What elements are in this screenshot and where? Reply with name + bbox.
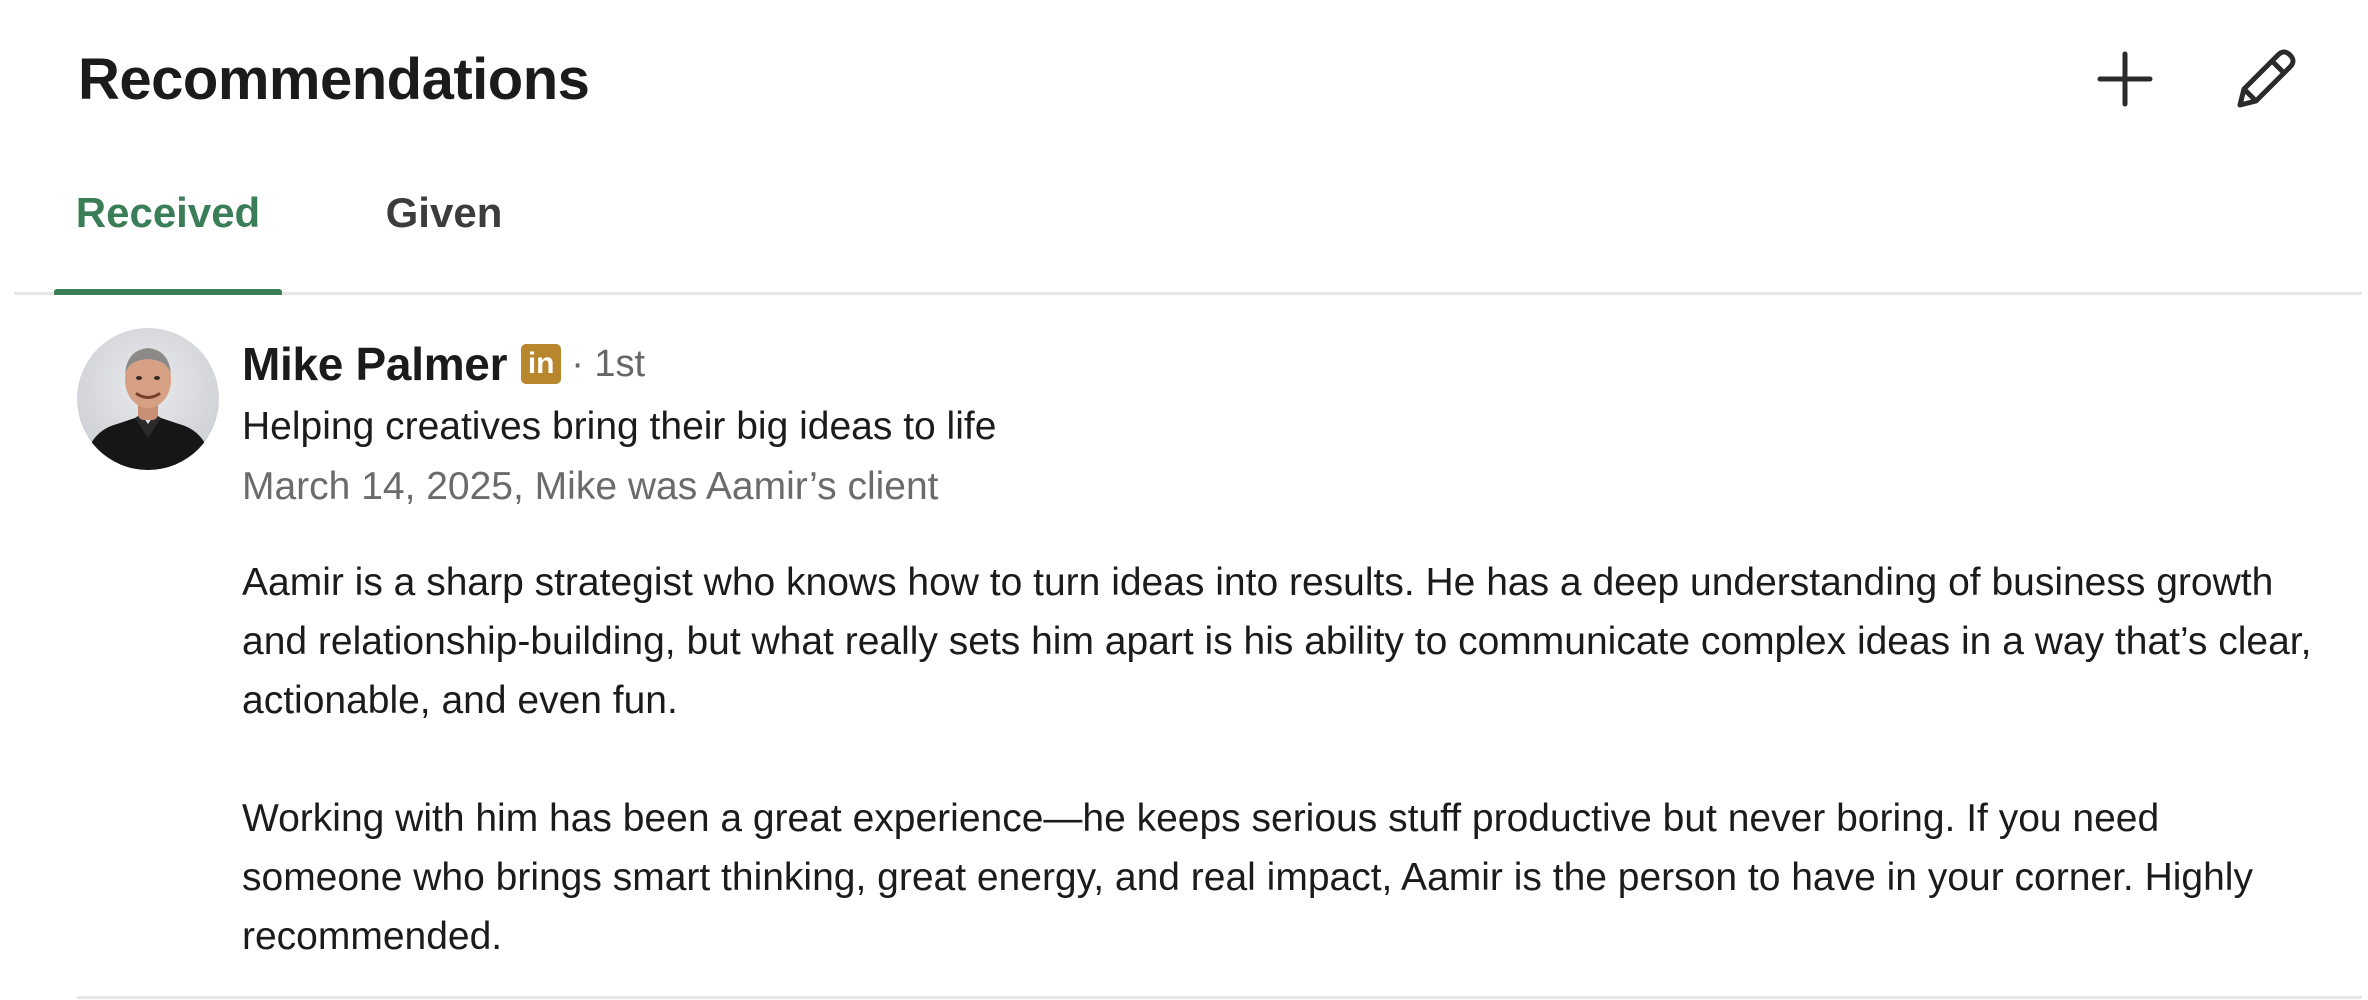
recommendation-paragraph: Working with him has been a great experi… [242, 797, 2253, 958]
recommender-name[interactable]: Mike Palmer [242, 337, 507, 391]
recommendation-meta: March 14, 2025, Mike was Aamir’s client [242, 465, 939, 508]
recommendations-card: Recommendations Received Given Mike Palm… [0, 0, 2368, 1000]
add-recommendation-button[interactable] [2083, 37, 2167, 121]
tab-given[interactable]: Given [354, 160, 534, 292]
plus-icon [2097, 51, 2153, 107]
recommendation-tabs: Received Given [14, 160, 2362, 295]
section-title: Recommendations [78, 47, 590, 112]
recommendation-paragraph: Aamir is a sharp strategist who knows ho… [242, 561, 2312, 722]
profile-photo [77, 328, 219, 470]
edit-recommendations-button[interactable] [2224, 37, 2308, 121]
pencil-icon [2237, 49, 2296, 108]
recommendation-text: Aamir is a sharp strategist who knows ho… [242, 553, 2322, 966]
linkedin-icon: in [521, 344, 562, 384]
connection-degree: · 1st [571, 342, 646, 385]
divider [77, 996, 2362, 999]
tab-received[interactable]: Received [54, 160, 282, 295]
recommender-headline: Helping creatives bring their big ideas … [242, 405, 997, 448]
avatar[interactable] [77, 328, 219, 470]
recommender-header: Mike Palmer in · 1st [242, 334, 645, 394]
